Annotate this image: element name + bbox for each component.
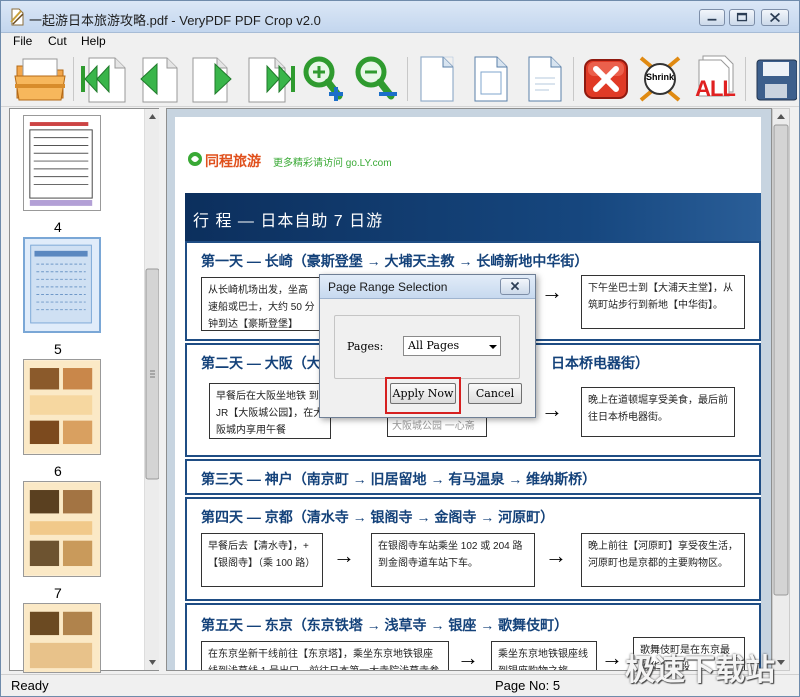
thumbnail-page-3[interactable] [23,115,101,211]
thumbnail-scrollbar[interactable] [144,109,160,670]
pane-splitter[interactable] [159,108,165,671]
toolbar-separator [745,57,746,101]
all-label: ALL [695,76,736,101]
day-left-box: 在东京坐新干线前往【东京塔】，乘坐东京地铁银座线到浅草线 1 号出口，前往日本第… [201,641,449,670]
thumbnail-preview [30,244,92,324]
first-page-icon[interactable] [79,54,131,104]
toolbar: Shrink ALL [1,51,799,107]
thumbnail-preview [29,122,93,206]
thumbnail-page-4[interactable] [23,237,101,333]
close-x-icon[interactable] [581,54,633,104]
day-title: 第五天 — 东京（东京铁塔 → 浅草寺 → 银座 → 歌舞伎町） [201,617,569,633]
chevron-down-icon [489,345,497,349]
arrow-icon: → [541,279,563,304]
day-section: 第三天 — 神户（南京町 → 旧居留地 → 有马温泉 → 维纳斯桥） [185,459,761,495]
thumbnail-page-6[interactable] [23,481,101,577]
dialog-title-bar[interactable]: Page Range Selection [320,275,535,299]
day-left-box: 早餐后在大阪坐地铁 到 JR【大阪城公园】，在大阪城内享用午餐 [209,383,331,439]
arrow-icon: → [457,645,479,670]
thumbnail-preview [24,604,100,672]
minimize-button[interactable] [699,9,725,26]
arrow-icon: → [601,645,623,670]
thumbnail-number: 7 [54,585,62,601]
page-icon[interactable] [467,54,513,104]
page-icon[interactable] [413,54,459,104]
toolbar-separator [73,57,74,101]
thumbnail-preview [24,360,100,454]
dialog-close-button[interactable] [500,278,530,295]
thumbnail-number: 5 [54,341,62,357]
toolbar-separator [407,57,408,101]
previous-page-icon[interactable] [133,54,183,104]
maximize-button[interactable] [729,9,755,26]
app-window: 一起游日本旅游攻略.pdf - VeryPDF PDF Crop v2.0 Fi… [0,0,800,697]
dialog-title: Page Range Selection [328,280,448,294]
all-button[interactable]: ALL [691,54,739,104]
day-left-box: 从长崎机场出发，坐高速船或巴士，大约 50 分钟到达【豪斯登堡】 [201,277,323,331]
day-right-box: 晚上前往【河原町】享受夜生活，河原町也是京都的主要购物区。 [581,533,745,587]
thumbnail-number: 4 [54,219,62,235]
pages-select[interactable]: All Pages [403,336,501,356]
document-scrollbar[interactable] [772,108,790,671]
day-section: 第四天 — 京都（清水寺 → 银阁寺 → 金阁寺 → 河原町） 早餐后去【清水寺… [185,497,761,601]
day-left-box: 早餐后去【清水寺】，+【银阁寺】（乘 100 路） [201,533,323,587]
thumbnail-number: 6 [54,463,62,479]
scrollbar-graphic [145,114,160,665]
shrink-label: Shrink [645,72,674,82]
pages-select-value: All Pages [408,339,460,352]
day-mid-box: 在银阁寺车站乘坐 102 或 204 路到金阁寺道车站下车。 [371,533,535,587]
status-ready: Ready [11,678,49,693]
close-icon [769,12,781,23]
pages-label: Pages: [347,340,384,353]
shrink-button[interactable]: Shrink [637,54,683,104]
arrow-icon: → [333,543,355,568]
arrow-icon: → [545,543,567,568]
app-icon [10,8,24,26]
banner-title: 行 程 — 日本自助 7 日游 [193,213,384,230]
thumbnail-pane[interactable]: 4 5 6 7 [9,108,161,673]
page-icon[interactable] [521,54,567,104]
thumbnail-preview [24,482,100,576]
itinerary-banner: 行 程 — 日本自助 7 日游 [185,193,761,241]
zoom-out-icon[interactable] [351,54,401,104]
arrow-icon: → [541,397,563,422]
page-range-dialog: Page Range Selection Pages: All Pages Ap… [319,274,536,418]
close-icon [510,281,520,291]
open-folder-icon[interactable] [11,54,69,104]
status-page-number: Page No: 5 [495,678,561,693]
apply-now-button[interactable]: Apply Now [390,383,456,404]
toolbar-separator [573,57,574,101]
zoom-in-icon[interactable] [299,54,349,104]
window-title: 一起游日本旅游攻略.pdf - VeryPDF PDF Crop v2.0 [29,13,321,28]
day-title: 第三天 — 神户（南京町 → 旧居留地 → 有马温泉 → 维纳斯桥） [201,471,597,487]
menu-cut[interactable]: Cut [48,34,67,48]
close-window-button[interactable] [761,9,789,26]
title-bar[interactable]: 一起游日本旅游攻略.pdf - VeryPDF PDF Crop v2.0 [1,1,799,33]
scrollbar-graphic [773,114,789,665]
day-title: 第一天 — 长崎（豪斯登堡 → 大埔天主教 → 长崎新地中华街） [201,253,589,269]
last-page-icon[interactable] [245,54,299,104]
watermark-text: 极速下载站 [625,654,775,687]
menu-bar: File Cut Help [1,33,799,51]
next-page-icon[interactable] [187,54,237,104]
day-right-box: 下午坐巴士到【大浦天主堂】，从筑町站步行到新地【中华街】。 [581,275,745,329]
save-disk-icon[interactable] [751,54,797,104]
thumbnail-page-7[interactable] [23,603,101,673]
minimize-icon [707,18,717,21]
logo-mark-icon [188,152,202,166]
maximize-icon [736,12,748,22]
logo-tagline: 更多精彩请访问 go.LY.com [273,158,392,169]
menu-help[interactable]: Help [81,34,106,48]
day-title: 第四天 — 京都（清水寺 → 银阁寺 → 金阁寺 → 河原町） [201,509,555,525]
day-right-box: 晚上在道顿堀享受美食，最后前往日本桥电器街。 [581,387,735,437]
pages-group: Pages: All Pages [334,315,520,379]
logo-text: 同程旅游 [205,153,261,169]
day-title-right: 日本桥电器街） [551,355,649,371]
day-title-left: 第二天 — 大阪（大 [201,355,321,371]
cancel-button[interactable]: Cancel [468,383,522,404]
day-mid-box: 大阪城公园 一心斋桥 [387,415,487,437]
day-mid-box: 乘坐东京地铁银座线到银座购物之旅 [491,641,597,670]
thumbnail-page-5[interactable] [23,359,101,455]
menu-file[interactable]: File [13,34,32,48]
